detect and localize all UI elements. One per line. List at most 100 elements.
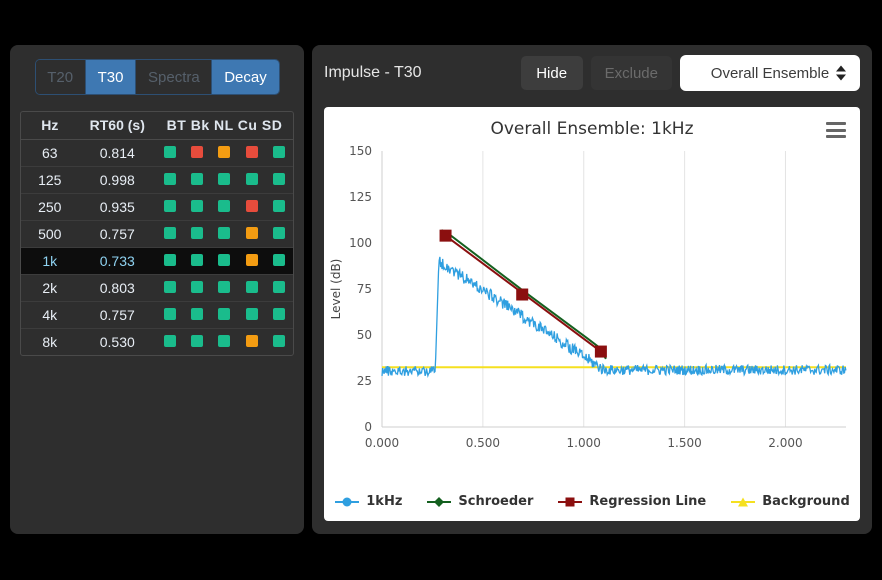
legend-label: Regression Line	[589, 494, 707, 509]
status-dot-bad	[245, 200, 258, 212]
status-badge-cu	[238, 220, 266, 248]
y-axis-tick-label: 125	[349, 190, 372, 204]
regression-marker	[516, 288, 529, 301]
status-dot-good	[191, 173, 204, 185]
status-badge-sd	[265, 139, 293, 167]
legend-label: Schroeder	[458, 494, 534, 509]
status-dot-good	[163, 335, 176, 347]
rt60-table: Hz RT60 (s) BT Bk NL Cu SD 63 0.814 125 0.9…	[21, 112, 293, 355]
y-axis-label: Level (dB)	[329, 259, 343, 320]
status-dot-good	[163, 227, 176, 239]
cell-frequency: 63	[21, 139, 79, 167]
status-badge-bk	[183, 274, 211, 302]
cell-frequency: 8k	[42, 334, 58, 350]
table-row[interactable]: 500 0.757	[21, 220, 293, 248]
hamburger-menu-icon[interactable]	[826, 122, 846, 138]
left-panel: T20 T30 Spectra Decay Hz RT60 (s) BT Bk …	[10, 45, 304, 534]
legend-item[interactable]: Schroeder	[426, 494, 533, 509]
status-dot-good	[191, 227, 204, 239]
app-root: T20 T30 Spectra Decay Hz RT60 (s) BT Bk …	[0, 0, 882, 580]
table-row[interactable]: 2k 0.803	[21, 274, 293, 302]
status-badge-sd	[265, 166, 293, 194]
status-badge-nl	[210, 274, 239, 302]
cell-rt60: 0.998	[78, 166, 156, 194]
legend-label: Background	[762, 494, 850, 509]
table-row[interactable]: 250 0.935	[21, 193, 293, 221]
status-badge-bt	[155, 301, 184, 329]
cell-rt60: 0.814	[78, 139, 156, 167]
status-badge-nl	[210, 220, 239, 248]
status-dot-good	[163, 173, 176, 185]
y-axis-tick-label: 100	[349, 236, 372, 250]
y-axis-tick-label: 25	[357, 374, 372, 388]
status-badge-sd	[265, 220, 293, 248]
status-badge-bt	[155, 274, 184, 302]
tab-t30[interactable]: T30	[85, 60, 137, 94]
status-badge-nl	[211, 329, 238, 356]
tab-decay[interactable]: Decay	[212, 60, 279, 94]
analysis-tab-bar: T20 T30 Spectra Decay	[34, 59, 280, 95]
table-row[interactable]: 1k 0.733	[21, 247, 293, 275]
ensemble-select-value: Overall Ensemble	[710, 64, 830, 82]
status-badge-bt	[155, 193, 184, 221]
y-axis-tick-label: 0	[364, 420, 372, 434]
status-dot-good	[245, 173, 258, 185]
status-badge-bk	[183, 139, 211, 167]
status-badge-nl	[210, 247, 239, 275]
status-dot-good	[273, 173, 286, 185]
status-badge-nl	[210, 301, 239, 329]
status-dot-warn	[218, 146, 231, 158]
decay-plot: 0.000 0.500 1.000 1.500 2.000 0 25 50 75 100 125 15…	[329, 144, 847, 450]
tab-spectra[interactable]: Spectra	[136, 60, 213, 94]
status-dot-good	[163, 254, 176, 266]
status-dot-good	[191, 281, 204, 293]
legend-item[interactable]: Background	[730, 494, 850, 509]
legend-item[interactable]: 1kHz	[334, 494, 402, 509]
legend-marker-square-icon	[558, 497, 583, 506]
status-dot-good	[245, 308, 258, 320]
status-dot-warn	[245, 335, 258, 347]
status-badge-cu	[238, 193, 266, 221]
status-badge-nl	[210, 193, 239, 221]
legend-item[interactable]: Regression Line	[557, 494, 706, 509]
status-dot-bad	[245, 146, 258, 158]
status-dot-good	[273, 227, 286, 239]
status-dot-good	[218, 200, 231, 212]
x-axis-tick-label: 0.000	[365, 436, 399, 450]
cell-rt60: 0.803	[78, 274, 156, 302]
table-row[interactable]: 125 0.998	[21, 166, 293, 194]
status-badge-sd	[266, 329, 293, 356]
cell-frequency: 500	[21, 220, 79, 248]
y-axis-tick-label: 50	[357, 328, 372, 342]
status-dot-good	[191, 335, 204, 347]
status-badge-bk	[183, 247, 211, 275]
status-badge-nl	[210, 166, 239, 194]
ensemble-select[interactable]: Overall Ensemble	[680, 55, 860, 91]
table-row[interactable]: 8k 0.530	[21, 329, 293, 356]
cell-rt60: 0.530	[99, 334, 135, 350]
status-badge-cu	[238, 139, 266, 167]
cell-frequency: 125	[21, 166, 79, 194]
status-dot-good	[163, 281, 176, 293]
legend-marker-triangle-icon	[731, 497, 756, 506]
status-dot-good	[218, 227, 231, 239]
status-badge-bt	[155, 139, 184, 167]
status-dot-good	[218, 308, 231, 320]
panel-title: Impulse - T30	[324, 64, 422, 81]
status-dot-warn	[245, 227, 258, 239]
status-dot-good	[218, 173, 231, 185]
status-dot-bad	[191, 146, 204, 158]
right-panel: Impulse - T30 Hide Exclude Overall Ensem…	[312, 45, 872, 534]
header-actions: Hide Exclude Overall Ensemble	[520, 55, 860, 91]
status-badge-bt	[155, 166, 184, 194]
hide-button[interactable]: Hide	[520, 56, 583, 90]
status-badge-cu	[238, 247, 266, 275]
tab-t20[interactable]: T20	[35, 60, 86, 94]
table-row[interactable]: 63 0.814	[21, 139, 293, 167]
status-badge-bt	[156, 329, 183, 356]
x-axis-tick-label: 1.500	[667, 436, 701, 450]
column-header-flags: BT Bk NL Cu SD	[155, 112, 293, 140]
table-row[interactable]: 4k 0.757	[21, 301, 293, 329]
x-axis-tick-label: 2.000	[768, 436, 802, 450]
cell-rt60: 0.757	[78, 220, 156, 248]
